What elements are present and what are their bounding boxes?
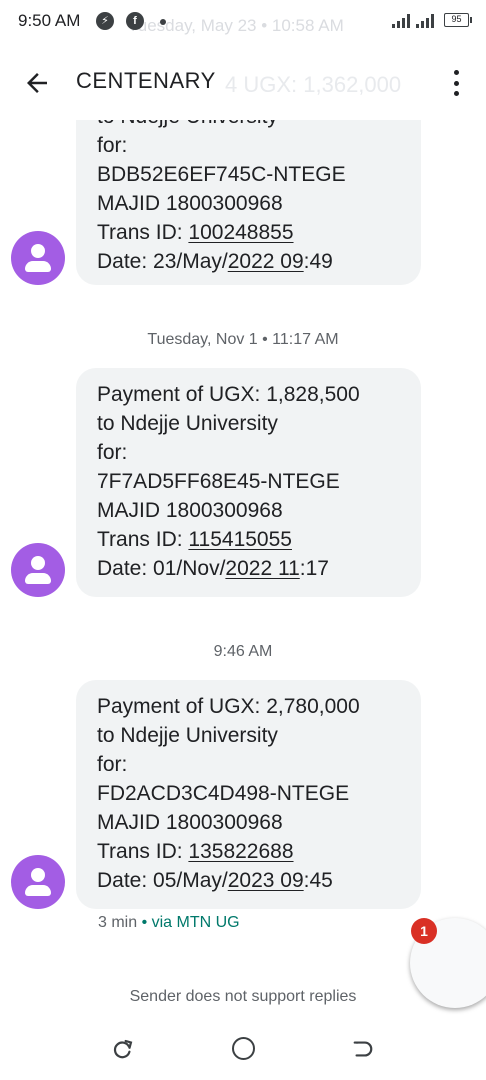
message-line: MAJID 1800300968 [97, 499, 283, 522]
trans-id-line: Trans ID: 135822688 [97, 840, 294, 863]
obscured-message-text: 4 UGX: 1,362,000 [225, 72, 402, 97]
more-vert-icon[interactable] [444, 66, 468, 100]
person-icon [31, 244, 45, 258]
message-bubble[interactable]: Payment of UGX: 2,780,000 to Ndejje Univ… [76, 680, 421, 909]
message-line: for: [97, 441, 128, 464]
message-line: MAJID 1800300968 [97, 192, 283, 215]
status-bar: Tuesday, May 23 • 10:58 AM 9:50 AM ⚡ f 9… [0, 0, 486, 44]
notification-dot-icon [160, 19, 166, 25]
message-line: 7F7AD5FF68E45-NTEGE [97, 470, 340, 493]
date-line: Date: 23/May/2022 09:49 [97, 250, 333, 273]
message-line: Payment of UGX: 2,780,000 [97, 695, 360, 718]
message-line: to Ndejje University [97, 412, 278, 435]
sender-avatar[interactable] [11, 855, 65, 909]
messenger-icon: ⚡ [96, 12, 114, 30]
message-meta: 3 min • via MTN UG [98, 914, 240, 931]
sender-avatar[interactable] [11, 231, 65, 285]
message-line: for: [97, 134, 128, 157]
battery-icon: 95 [444, 13, 472, 27]
message-line: Payment of UGX: 1,828,500 [97, 383, 360, 406]
trans-id-link[interactable]: 115415055 [188, 528, 292, 551]
message-line: for: [97, 753, 128, 776]
date-line: Date: 05/May/2023 09:45 [97, 869, 333, 892]
person-icon [31, 556, 45, 570]
conversation[interactable]: to Ndejje University for: BDB52E6EF745C-… [0, 0, 486, 1080]
message-line: FD2ACD3C4D498-NTEGE [97, 782, 350, 805]
date-separator: Tuesday, Nov 1 • 11:17 AM [147, 331, 339, 348]
status-time: 9:50 AM [18, 11, 81, 30]
date-separator: 9:46 AM [213, 643, 273, 660]
message-line: MAJID 1800300968 [97, 811, 283, 834]
person-icon [31, 868, 45, 882]
message-bubble[interactable]: Payment of UGX: 1,828,500 to Ndejje Univ… [76, 368, 421, 597]
trans-id-line: Trans ID: 100248855 [97, 221, 294, 244]
trans-id-link[interactable]: 100248855 [188, 221, 293, 244]
trans-id-link[interactable]: 135822688 [188, 840, 293, 863]
signal-icon [416, 14, 434, 28]
signal-icon [392, 14, 410, 28]
page-title: CENTENARY [76, 68, 216, 93]
date-link[interactable]: 2023 09 [228, 869, 304, 892]
sender-avatar[interactable] [11, 543, 65, 597]
message-bubble[interactable]: to Ndejje University for: BDB52E6EF745C-… [76, 93, 421, 285]
message-line: BDB52E6EF745C-NTEGE [97, 163, 346, 186]
no-reply-notice: Sender does not support replies [129, 988, 357, 1005]
trans-id-line: Trans ID: 115415055 [97, 528, 292, 551]
back-arrow-icon[interactable] [22, 68, 52, 98]
app-bar: 4 UGX: 1,362,000 CENTENARY [0, 44, 486, 120]
message-line: to Ndejje University [97, 724, 278, 747]
date-link[interactable]: 2022 11 [225, 557, 299, 580]
date-link[interactable]: 2022 09 [228, 250, 304, 273]
carrier-label: via MTN UG [151, 914, 240, 931]
unread-badge: 1 [411, 918, 437, 944]
date-line: Date: 01/Nov/2022 11:17 [97, 557, 329, 580]
message-age: 3 min [98, 914, 138, 931]
facebook-icon: f [126, 12, 144, 30]
